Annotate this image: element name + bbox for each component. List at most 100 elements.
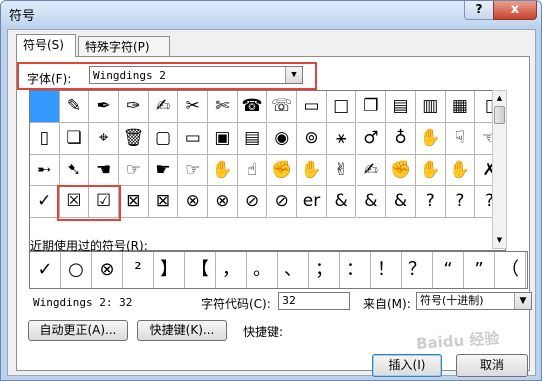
- symbol-cell-selected[interactable]: [30, 91, 60, 123]
- symbol-grid[interactable]: ✎ ✒ ✑ ✍ ✂ ✄ ☎ ☏ ▭ □ ❐ ▤ ▥ ▦ ▯ ▯ ❏ ⌖ 🗑 ▢ ▭ ▣ ▤ ◉ ⊚ ⚹ ♂ ♁ ✋ ☟ ☜ ➸ ➷ ☚ ☞ ☛ ☞ ✋ ☝ ✊…: [29, 90, 506, 251]
- symbol-cell[interactable]: □: [326, 91, 357, 123]
- symbol-cell[interactable]: ▤: [386, 91, 416, 123]
- symbol-cell[interactable]: ?: [415, 186, 446, 219]
- symbol-cell[interactable]: ◉: [267, 122, 298, 155]
- symbol-cell[interactable]: ▦: [445, 91, 476, 123]
- symbol-cell[interactable]: ✊: [267, 154, 298, 187]
- symbol-cell[interactable]: ⊗: [208, 186, 238, 219]
- symbol-cell[interactable]: ✓: [30, 186, 60, 219]
- symbol-cell[interactable]: ☞: [178, 154, 209, 187]
- symbol-dialog: 符号 ? x 符号(S) 特殊字符(P) 字体(F): Wingdings 2 …: [0, 0, 542, 381]
- symbol-cell[interactable]: ✋: [415, 154, 446, 187]
- symbol-cell[interactable]: ✋: [208, 154, 238, 187]
- symbol-cell[interactable]: ⊚: [297, 122, 327, 155]
- symbol-highlight-box: [57, 185, 121, 221]
- symbol-cell[interactable]: ⊘: [267, 186, 298, 219]
- symbol-cell[interactable]: ?: [445, 186, 476, 219]
- symbol-cell[interactable]: ✋: [415, 122, 446, 155]
- symbol-cell[interactable]: ☝: [237, 154, 268, 187]
- recent-symbols[interactable]: ✓ ○ ⊗ ²】【，。、；：！？ “” （: [29, 251, 528, 289]
- recent-symbol-cell[interactable]: ：: [340, 252, 371, 288]
- recent-symbol-cell[interactable]: 、: [278, 252, 309, 288]
- symbol-grid-scrollbar[interactable]: ▲ ▼: [492, 90, 507, 249]
- symbol-cell[interactable]: ▥: [415, 91, 446, 123]
- symbol-cell[interactable]: ❐: [356, 91, 387, 123]
- recent-symbol-cell[interactable]: ✓: [30, 252, 61, 288]
- symbol-cell[interactable]: ⊠: [119, 186, 149, 219]
- symbol-cell[interactable]: ❏: [59, 122, 90, 155]
- symbol-cell[interactable]: ▯: [30, 122, 60, 155]
- symbol-cell[interactable]: 🗑: [119, 122, 149, 155]
- symbol-cell[interactable]: ✂: [178, 91, 209, 123]
- symbol-cell[interactable]: ⊠: [148, 186, 179, 219]
- recent-symbol-cell[interactable]: ；: [309, 252, 340, 288]
- recent-symbol-cell[interactable]: “: [433, 252, 464, 288]
- shortcut-key-button[interactable]: 快捷键(K)...: [137, 320, 227, 341]
- symbol-cell[interactable]: ☏: [267, 91, 298, 123]
- symbol-cell[interactable]: ⌖: [89, 122, 119, 155]
- symbol-cell[interactable]: ▢: [148, 122, 179, 155]
- help-button[interactable]: ?: [464, 1, 494, 20]
- recent-symbol-cell[interactable]: ²: [123, 252, 154, 288]
- symbol-cell[interactable]: ✄: [208, 91, 238, 123]
- symbol-cell[interactable]: ☟: [445, 122, 476, 155]
- recent-symbol-cell[interactable]: 【: [185, 252, 216, 288]
- symbol-cell[interactable]: ▭: [178, 122, 209, 155]
- symbol-cell[interactable]: ⊘: [237, 186, 268, 219]
- recent-symbol-cell[interactable]: ，: [216, 252, 247, 288]
- recent-symbol-cell[interactable]: （: [495, 252, 526, 288]
- symbol-cell[interactable]: ✒: [89, 91, 119, 123]
- tab-symbols[interactable]: 符号(S): [16, 34, 76, 57]
- symbol-cell[interactable]: ➸: [30, 154, 60, 187]
- symbol-cell[interactable]: ✊: [386, 154, 416, 187]
- recent-symbol-cell[interactable]: ”: [464, 252, 495, 288]
- symbol-cell[interactable]: er: [297, 186, 327, 219]
- symbol-cell[interactable]: ✌: [326, 154, 357, 187]
- scroll-up-icon[interactable]: ▲: [493, 91, 506, 106]
- symbol-cell[interactable]: ✍: [356, 154, 387, 187]
- recent-symbol-cell[interactable]: ○: [61, 252, 92, 288]
- symbol-cell[interactable]: ⚹: [326, 122, 357, 155]
- symbol-cell[interactable]: ♁: [386, 122, 416, 155]
- font-highlight-box: [17, 62, 317, 90]
- symbol-cell[interactable]: &: [356, 186, 387, 219]
- recent-symbol-cell[interactable]: ？: [402, 252, 433, 288]
- recent-symbol-cell[interactable]: 】: [154, 252, 185, 288]
- title-bar: 符号 ? x: [1, 1, 541, 25]
- symbol-cell[interactable]: ☚: [89, 154, 119, 187]
- recent-symbol-cell[interactable]: 。: [247, 252, 278, 288]
- symbol-cell[interactable]: ▭: [297, 91, 327, 123]
- symbol-cell[interactable]: ▣: [208, 122, 238, 155]
- symbol-cell[interactable]: ✍: [148, 91, 179, 123]
- symbol-cell[interactable]: ✋: [445, 154, 476, 187]
- selected-symbol-name: Wingdings 2: 32: [33, 296, 133, 309]
- from-dropdown[interactable]: 符号(十进制) ▼: [416, 292, 532, 310]
- symbol-cell[interactable]: ✑: [119, 91, 149, 123]
- character-code-label: 字符代码(C):: [201, 297, 271, 311]
- from-label: 来自(M):: [363, 297, 411, 311]
- symbol-cell[interactable]: ☛: [148, 154, 179, 187]
- recent-symbol-cell[interactable]: ！: [371, 252, 402, 288]
- window-title: 符号: [9, 9, 36, 24]
- autocorrect-button[interactable]: 自动更正(A)...: [28, 320, 128, 341]
- symbol-cell[interactable]: ⊗: [178, 186, 209, 219]
- symbol-cell[interactable]: ▤: [237, 122, 268, 155]
- cancel-button[interactable]: 取消: [456, 354, 528, 377]
- close-button[interactable]: x: [493, 1, 537, 20]
- scroll-down-icon[interactable]: ▼: [493, 233, 506, 248]
- recent-symbol-cell[interactable]: ⊗: [92, 252, 123, 288]
- character-code-input[interactable]: 32: [278, 292, 350, 310]
- tab-special-characters[interactable]: 特殊字符(P): [78, 36, 170, 56]
- symbol-cell[interactable]: ♂: [356, 122, 387, 155]
- symbol-cell[interactable]: &: [386, 186, 416, 219]
- symbol-cell[interactable]: ☎: [237, 91, 268, 123]
- scroll-thumb[interactable]: [494, 106, 505, 124]
- symbol-cell[interactable]: &: [326, 186, 357, 219]
- symbol-cell[interactable]: ✎: [59, 91, 90, 123]
- chevron-down-icon[interactable]: ▼: [514, 293, 531, 309]
- insert-button[interactable]: 插入(I): [372, 354, 442, 377]
- symbol-cell[interactable]: ➷: [59, 154, 90, 187]
- symbol-cell[interactable]: ✋: [297, 154, 327, 187]
- from-value: 符号(十进制): [420, 294, 484, 307]
- symbol-cell[interactable]: ☞: [119, 154, 149, 187]
